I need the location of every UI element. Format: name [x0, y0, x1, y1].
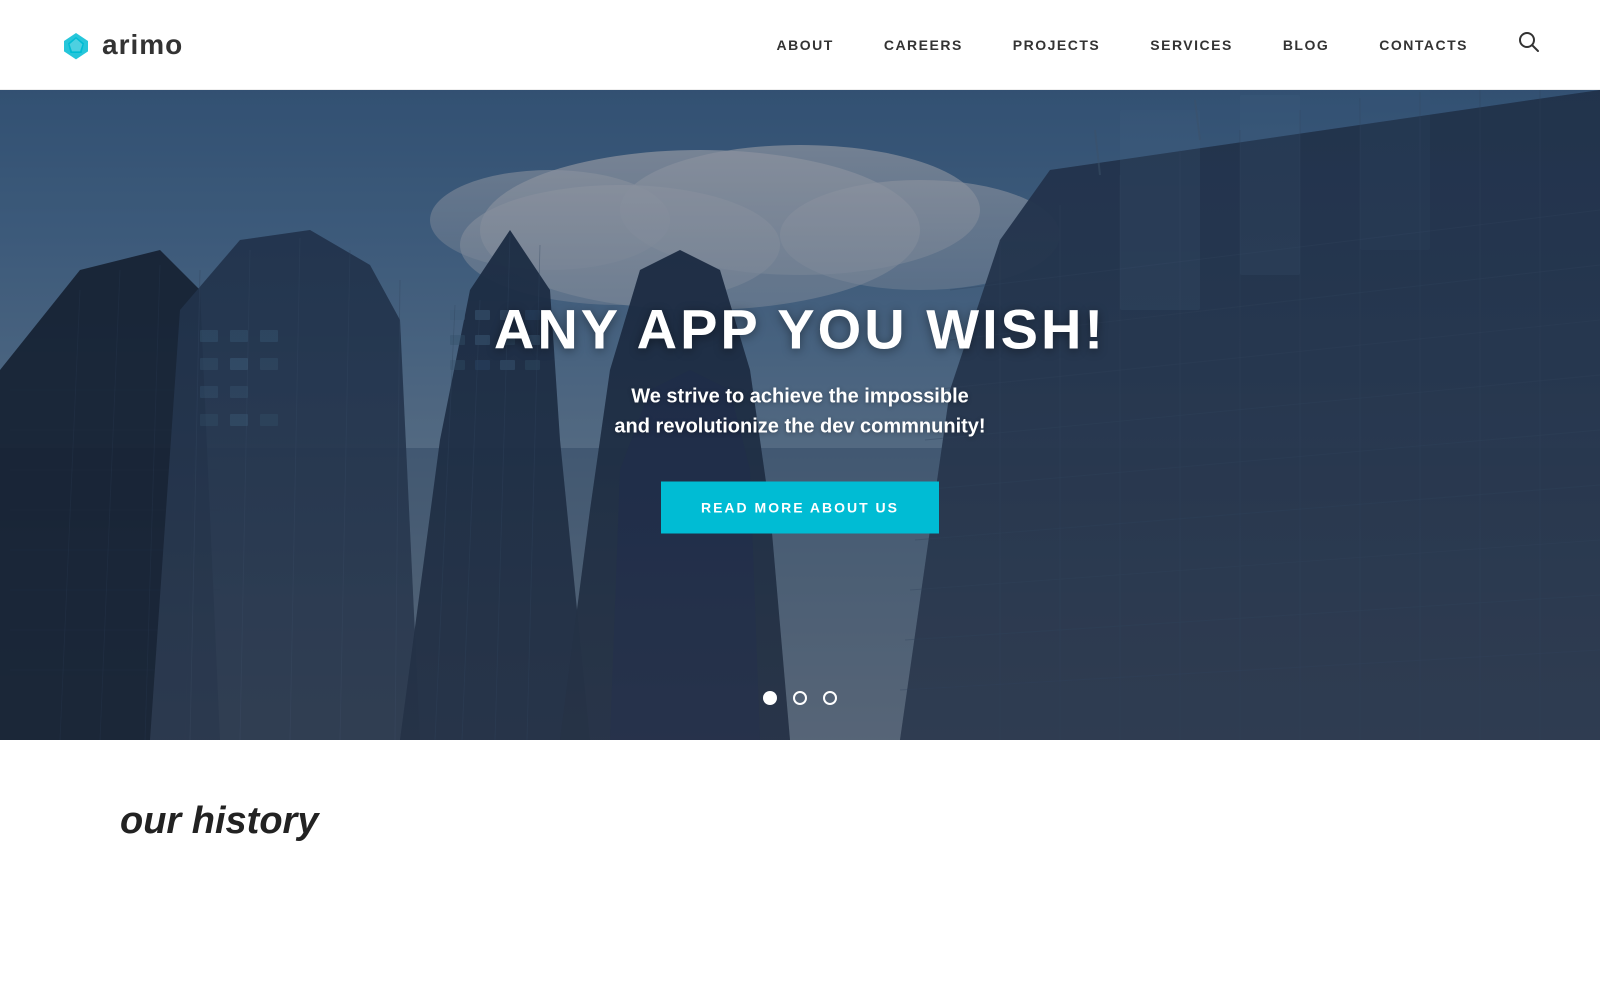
nav-contacts[interactable]: CONTACTS: [1379, 37, 1468, 53]
hero-content: ANY APP YOU WISH! We strive to achieve t…: [450, 297, 1150, 534]
slider-dot-1[interactable]: [763, 691, 777, 705]
hero-title: ANY APP YOU WISH!: [450, 297, 1150, 362]
logo-text: arimo: [102, 29, 183, 61]
search-icon[interactable]: [1518, 31, 1540, 59]
hero-cta-button[interactable]: READ MORE ABOUT US: [661, 482, 939, 534]
slider-dots: [763, 691, 837, 705]
slider-dot-3[interactable]: [823, 691, 837, 705]
main-nav: ABOUT CAREERS PROJECTS SERVICES BLOG CON…: [777, 31, 1540, 59]
logo-icon: [60, 29, 92, 61]
nav-careers[interactable]: CAREERS: [884, 37, 963, 53]
nav-services[interactable]: SERVICES: [1150, 37, 1233, 53]
logo[interactable]: arimo: [60, 29, 183, 61]
site-header: arimo ABOUT CAREERS PROJECTS SERVICES BL…: [0, 0, 1600, 90]
hero-section: ANY APP YOU WISH! We strive to achieve t…: [0, 90, 1600, 740]
nav-about[interactable]: ABOUT: [777, 37, 834, 53]
nav-projects[interactable]: PROJECTS: [1013, 37, 1100, 53]
below-hero-section: our history: [0, 740, 1600, 990]
hero-subtitle-line2: and revolutionize the dev commnunity!: [614, 416, 985, 438]
nav-blog[interactable]: BLOG: [1283, 37, 1329, 53]
slider-dot-2[interactable]: [793, 691, 807, 705]
our-history-title: our history: [120, 800, 1480, 843]
hero-subtitle-line1: We strive to achieve the impossible: [631, 386, 969, 408]
hero-subtitle: We strive to achieve the impossible and …: [450, 382, 1150, 442]
